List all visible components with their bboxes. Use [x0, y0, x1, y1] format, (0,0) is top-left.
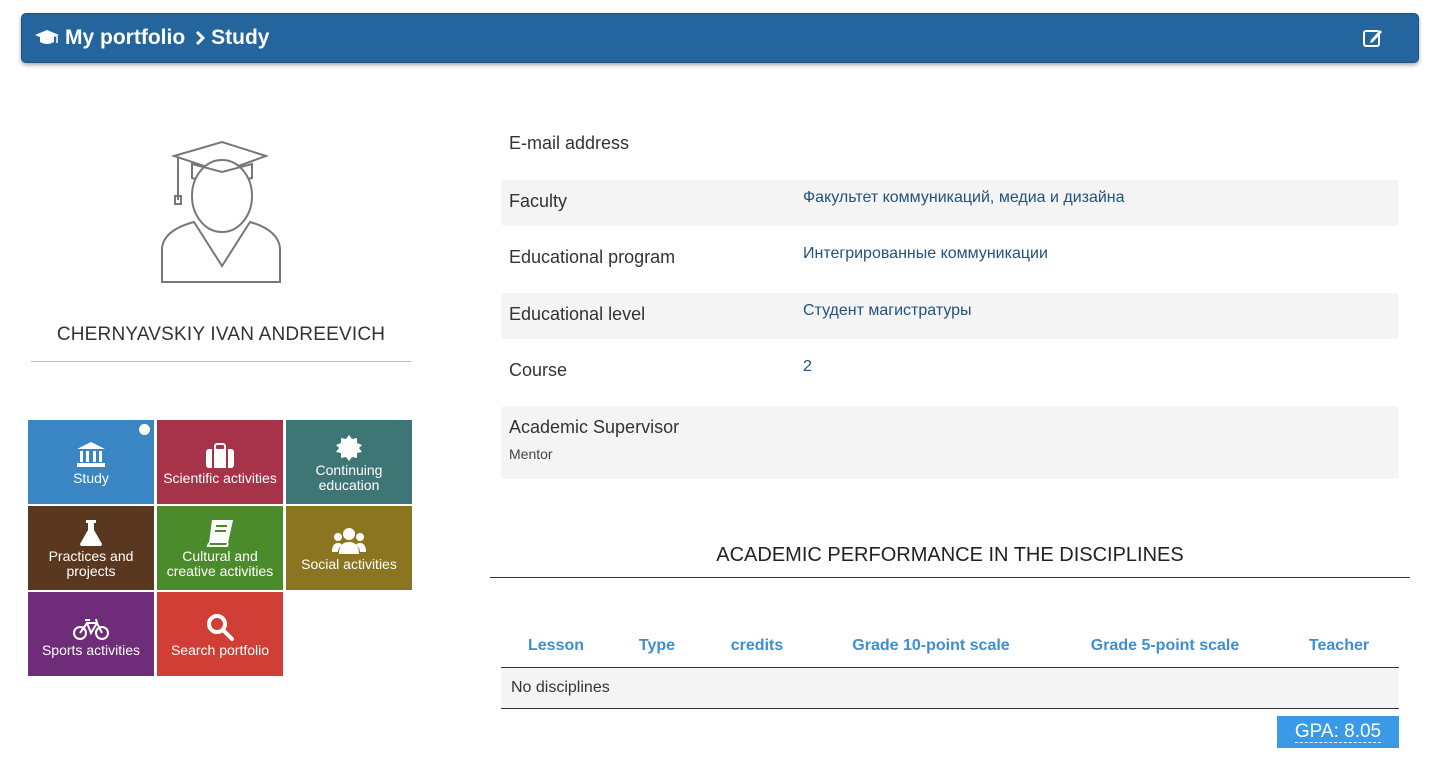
column-credits[interactable]: credits	[731, 637, 783, 655]
gpa-value: GPA: 8.05	[1294, 721, 1382, 743]
tile-sports-activities[interactable]: Sports activities	[28, 592, 154, 676]
gpa-badge[interactable]: GPA: 8.05	[1277, 716, 1399, 748]
section-title: ACADEMIC PERFORMANCE IN THE DISCIPLINES	[716, 544, 1184, 566]
supervisor-row: Academic Supervisor Mentor	[501, 406, 1399, 479]
tile-scientific-activities[interactable]: Scientific activities	[157, 420, 283, 504]
level-value: Студент магистратуры	[803, 302, 972, 319]
tile-label: Cultural and creative activities	[166, 548, 274, 579]
tile-social-activities[interactable]: Social activities	[286, 506, 412, 590]
program-value: Интегрированные коммуникации	[803, 245, 1048, 262]
course-value: 2	[803, 358, 812, 375]
chevron-right-icon	[195, 30, 206, 46]
book-icon	[206, 517, 234, 547]
email-label: E-mail address	[509, 133, 630, 153]
column-lesson[interactable]: Lesson	[528, 637, 584, 655]
faculty-value: Факультет коммуникаций, медиа и дизайна	[803, 189, 1125, 206]
tile-label: Scientific activities	[163, 469, 277, 486]
flask-icon	[79, 517, 103, 547]
tile-label: Continuing education	[315, 462, 383, 493]
tile-label: Search portfolio	[170, 641, 270, 658]
program-row: Educational program Интегрированные комм…	[501, 236, 1399, 282]
supervisor-label: Academic Supervisor	[509, 417, 680, 437]
level-label: Educational level	[509, 304, 646, 324]
tile-label: Social activities	[301, 555, 397, 572]
table-header: Lesson Type credits Grade 10-point scale…	[501, 630, 1399, 668]
institution-icon	[76, 439, 106, 469]
column-type[interactable]: Type	[639, 637, 675, 655]
tile-practices-and-projects[interactable]: Practices and projects	[28, 506, 154, 590]
level-row: Educational level Студент магистратуры	[501, 293, 1399, 339]
header-bar: My portfolio Study	[21, 13, 1419, 63]
column-teacher[interactable]: Teacher	[1309, 637, 1369, 655]
briefcase-icon	[205, 439, 235, 469]
column-grade-5[interactable]: Grade 5-point scale	[1091, 637, 1240, 655]
tile-continuing-education[interactable]: Continuing education	[286, 420, 412, 504]
grades-table: Lesson Type credits Grade 10-point scale…	[501, 630, 1399, 709]
bicycle-icon	[72, 611, 110, 641]
divider	[31, 361, 411, 362]
tile-label: Practices and projects	[48, 548, 134, 579]
tile-search-portfolio[interactable]: Search portfolio	[157, 592, 283, 676]
faculty-label: Faculty	[509, 191, 568, 211]
tile-cultural-and-creative-activities[interactable]: Cultural and creative activities	[157, 506, 283, 590]
student-name: CHERNYAVSKIY IVAN ANDREEVICH	[56, 324, 386, 345]
tile-label: Sports activities	[41, 641, 141, 658]
tile-study[interactable]: Study	[28, 420, 154, 504]
search-icon	[206, 611, 234, 641]
course-label: Course	[509, 360, 568, 380]
tile-label: Study	[73, 469, 109, 486]
email-row: E-mail address	[501, 121, 1399, 167]
supervisor-role: Mentor	[509, 446, 553, 462]
section-divider	[490, 577, 1410, 578]
program-label: Educational program	[509, 247, 676, 267]
active-indicator	[139, 424, 150, 435]
breadcrumb-home[interactable]: My portfolio	[65, 26, 185, 50]
course-row: Course 2	[501, 349, 1399, 395]
edit-icon[interactable]	[1362, 27, 1384, 49]
column-grade-10[interactable]: Grade 10-point scale	[852, 637, 1009, 655]
empty-table-message: No disciplines	[501, 668, 1399, 709]
student-avatar-icon	[154, 138, 290, 288]
breadcrumb-current: Study	[211, 26, 270, 49]
users-icon	[332, 525, 366, 555]
graduation-cap-icon	[34, 28, 60, 48]
faculty-row: Faculty Факультет коммуникаций, медиа и …	[501, 180, 1399, 226]
certificate-icon	[336, 431, 362, 461]
